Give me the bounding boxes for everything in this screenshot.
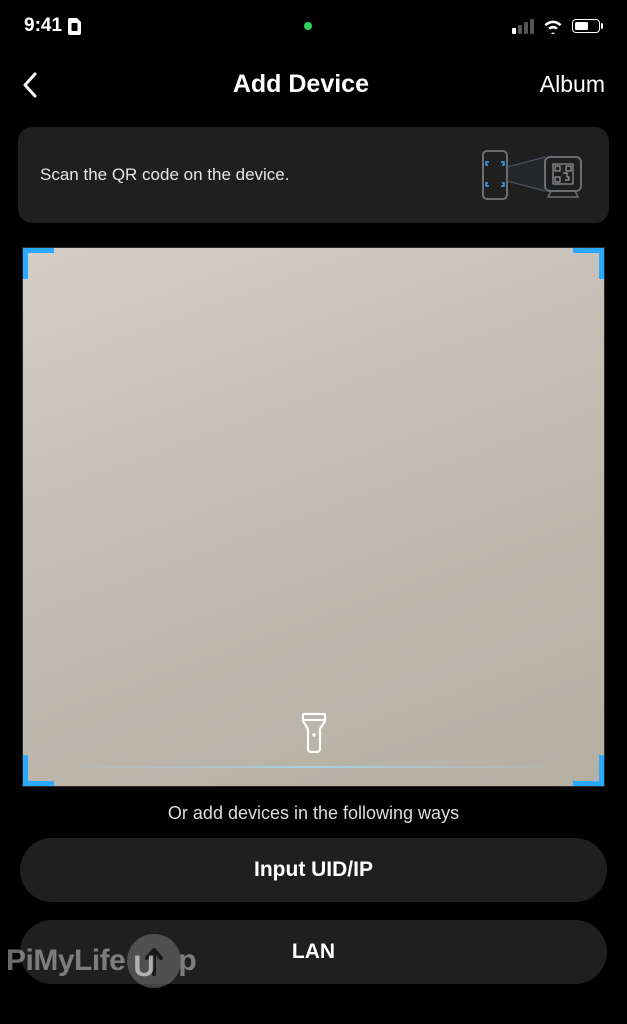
scan-line: [58, 766, 569, 768]
instruction-text: Scan the QR code on the device.: [40, 165, 290, 185]
flashlight-button[interactable]: [299, 711, 329, 758]
cellular-signal-icon: [512, 19, 534, 34]
qr-scanner-area: [22, 247, 605, 787]
instruction-banner: Scan the QR code on the device.: [18, 127, 609, 223]
phone-scan-illustration-icon: [477, 147, 587, 203]
battery-icon: [572, 19, 603, 33]
scan-frame-corner-icon: [573, 755, 605, 787]
chevron-left-icon: [22, 72, 38, 98]
green-dot-icon: [304, 22, 312, 30]
status-bar: 9:41: [0, 0, 627, 48]
scan-frame-corner-icon: [22, 247, 54, 279]
scan-frame-corner-icon: [573, 247, 605, 279]
header: Add Device Album: [0, 48, 627, 117]
album-button[interactable]: Album: [540, 71, 605, 98]
scan-frame-corner-icon: [22, 755, 54, 787]
status-time: 9:41: [24, 15, 62, 37]
camera-viewfinder[interactable]: [22, 247, 605, 787]
status-left: 9:41: [24, 15, 81, 37]
flashlight-icon: [299, 711, 329, 753]
camera-indicator: [304, 22, 312, 30]
alternative-methods-label: Or add devices in the following ways: [0, 803, 627, 824]
page-title: Add Device: [62, 70, 540, 99]
back-button[interactable]: [22, 72, 62, 98]
sim-card-icon: [68, 18, 81, 35]
wifi-icon: [542, 18, 564, 34]
input-uid-ip-button[interactable]: Input UID/IP: [20, 838, 607, 902]
status-right: [512, 18, 603, 34]
lan-button[interactable]: LAN: [20, 920, 607, 984]
